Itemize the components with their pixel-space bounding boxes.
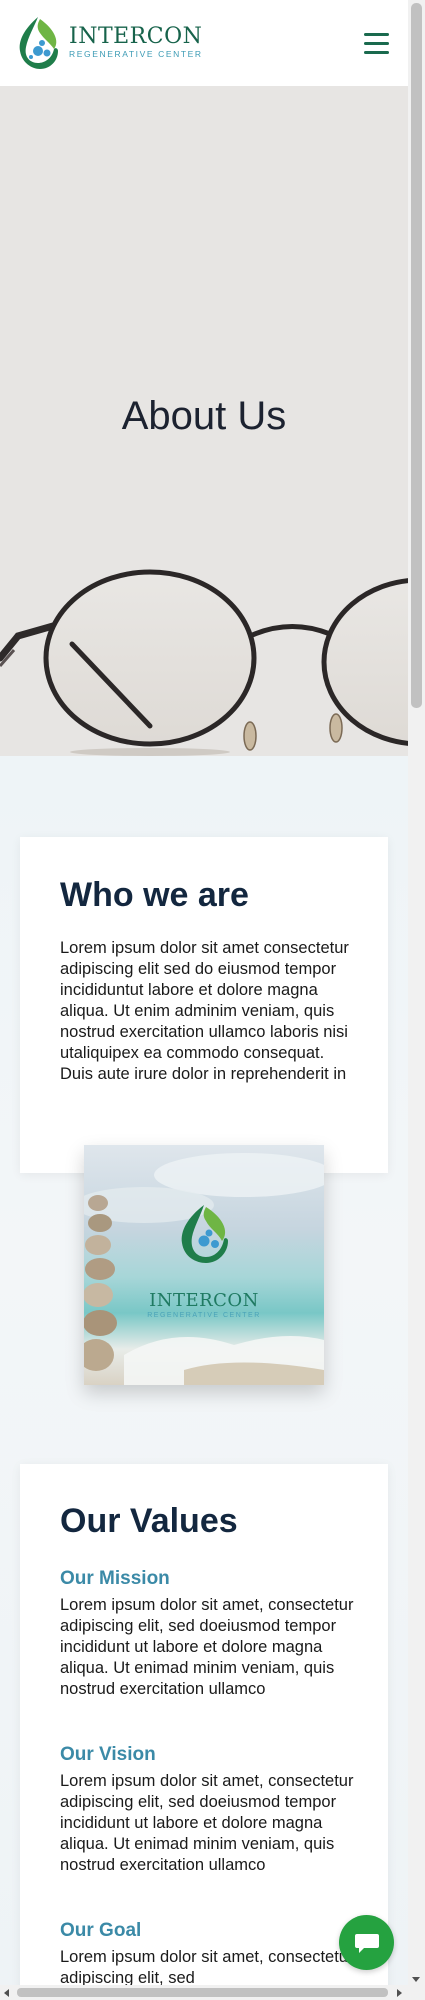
who-we-are-heading: Who we are (60, 876, 249, 914)
chat-bubble-icon (354, 1933, 379, 1953)
site-header: INTERCON REGENERATIVE CENTER (0, 0, 408, 86)
brand-image-subtitle: REGENERATIVE CENTER (147, 1312, 261, 1319)
stone-stack-graphic (84, 1153, 324, 1385)
brand-image-name: INTERCON (149, 1290, 259, 1311)
our-goal-text: Lorem ipsum dolor sit amet, consectetur … (60, 1948, 354, 1987)
our-vision-text: Lorem ipsum dolor sit amet, consectetur … (60, 1772, 354, 1874)
logo-name: INTERCON (69, 23, 203, 49)
scroll-right-arrow-icon[interactable] (397, 1989, 402, 1997)
vertical-scrollbar[interactable] (408, 0, 425, 1985)
horizontal-scrollbar-thumb[interactable] (17, 1988, 388, 1997)
brand-image: INTERCON REGENERATIVE CENTER (84, 1145, 324, 1385)
logo-text: INTERCON REGENERATIVE CENTER (69, 23, 203, 60)
our-mission-heading: Our Mission (60, 1568, 170, 1589)
logo-subtitle: REGENERATIVE CENTER (69, 48, 203, 59)
hamburger-menu-icon[interactable] (364, 33, 389, 55)
scroll-left-arrow-icon[interactable] (4, 1989, 9, 1997)
scroll-down-arrow-icon[interactable] (412, 1977, 420, 1982)
vertical-scrollbar-thumb[interactable] (411, 3, 422, 708)
leaf-drop-logo-icon (19, 17, 58, 69)
our-mission-text: Lorem ipsum dolor sit amet, consectetur … (60, 1596, 354, 1698)
logo[interactable]: INTERCON REGENERATIVE CENTER (14, 13, 203, 71)
our-goal-heading: Our Goal (60, 1920, 142, 1941)
horizontal-scrollbar[interactable] (0, 1985, 425, 2000)
our-values-heading: Our Values (60, 1502, 238, 1540)
our-vision-heading: Our Vision (60, 1744, 156, 1765)
chat-button[interactable] (339, 1915, 394, 1970)
eyeglasses-image (0, 569, 408, 756)
who-we-are-text: Lorem ipsum dolor sit amet consectetur a… (60, 939, 349, 1083)
page-title: About Us (121, 394, 287, 438)
hero-banner: About Us (0, 86, 408, 756)
